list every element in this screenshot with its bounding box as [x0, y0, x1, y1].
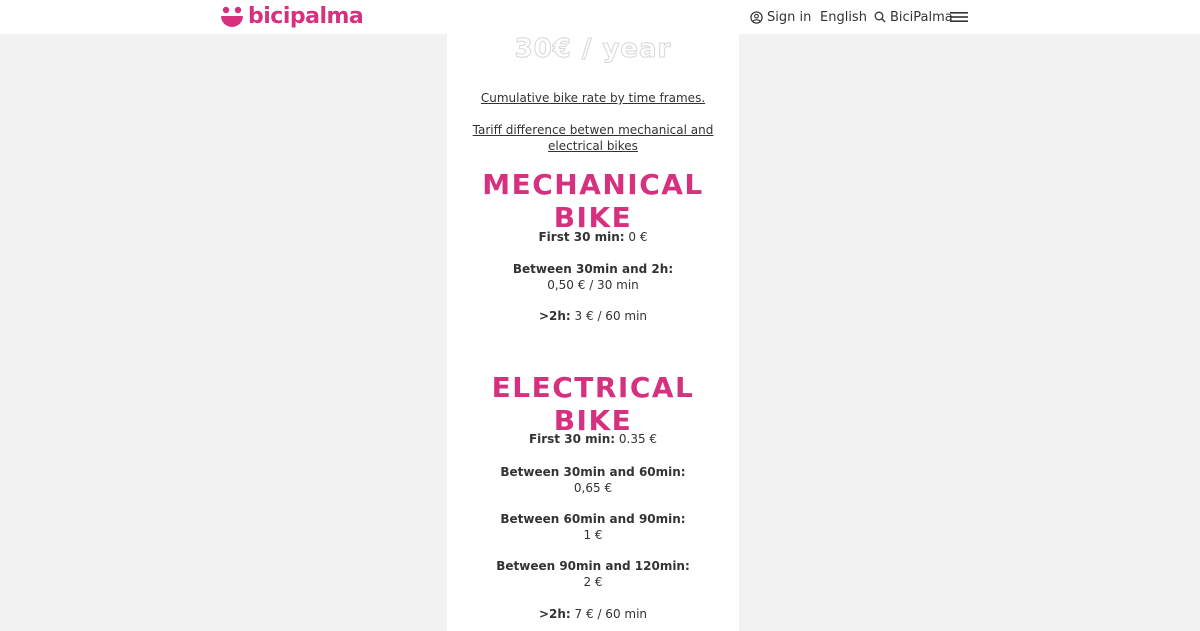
- rate-value: 0,50 € / 30 min: [547, 278, 639, 292]
- rate-label: First 30 min:: [538, 230, 625, 244]
- rate-value: 3 € / 60 min: [574, 309, 648, 323]
- smile-logo-icon: [221, 6, 243, 27]
- rate-value: 0.35 €: [618, 432, 658, 446]
- mechanical-rate-row: >2h: 3 € / 60 min: [447, 308, 739, 324]
- language-selector[interactable]: English: [820, 0, 867, 34]
- mechanical-rate-row: Between 30min and 2h: 0,50 € / 30 min: [447, 261, 739, 293]
- electrical-rate-row: Between 30min and 60min: 0,65 €: [447, 464, 739, 496]
- rate-label: Between 90min and 120min:: [496, 559, 690, 573]
- rate-value: 0,65 €: [573, 481, 613, 495]
- cumulative-rate-link[interactable]: Cumulative bike rate by time frames.: [463, 90, 723, 106]
- rate-label: Between 60min and 90min:: [500, 512, 686, 526]
- rate-label: Between 30min and 2h:: [512, 262, 674, 276]
- sign-in-label: Sign in: [767, 9, 812, 25]
- electrical-rate-row: First 30 min: 0.35 €: [447, 431, 739, 447]
- rate-value: 2 €: [583, 575, 603, 589]
- hamburger-menu-icon: [950, 12, 968, 22]
- menu-button[interactable]: [950, 0, 968, 34]
- price-heading: 30€ / year: [514, 34, 672, 65]
- language-label: English: [820, 9, 867, 25]
- top-navigation-bar: bicipalma Sign in English BiciPalma: [0, 0, 1200, 34]
- rate-label: First 30 min:: [528, 432, 616, 446]
- bicipalma-logo[interactable]: bicipalma: [220, 4, 364, 30]
- rate-label: Between 30min and 60min:: [500, 465, 686, 479]
- sign-in-link[interactable]: Sign in: [750, 0, 811, 34]
- search-link[interactable]: BiciPalma: [874, 0, 953, 34]
- rate-value: 1 €: [583, 528, 603, 542]
- electrical-rate-row: >2h: 7 € / 60 min: [447, 606, 739, 622]
- rate-label: >2h:: [538, 607, 571, 621]
- search-label: BiciPalma: [890, 9, 953, 25]
- rate-value: 7 € / 60 min: [574, 607, 648, 621]
- rate-value: 0 €: [628, 230, 648, 244]
- tariff-difference-link[interactable]: Tariff difference betwen mechanical and …: [463, 122, 723, 154]
- electrical-bike-title: ELECTRICAL BIKE: [491, 371, 695, 437]
- electrical-rate-row: Between 90min and 120min: 2 €: [447, 558, 739, 590]
- rate-label: >2h:: [538, 309, 571, 323]
- search-icon: [874, 11, 886, 23]
- tariff-card: 30€ / year Cumulative bike rate by time …: [447, 0, 739, 631]
- user-circle-icon: [750, 10, 763, 24]
- mechanical-bike-title: MECHANICAL BIKE: [482, 168, 704, 234]
- mechanical-rate-row: First 30 min: 0 €: [447, 229, 739, 245]
- electrical-rate-row: Between 60min and 90min: 1 €: [447, 511, 739, 543]
- logo-wordmark: bicipalma: [248, 4, 364, 29]
